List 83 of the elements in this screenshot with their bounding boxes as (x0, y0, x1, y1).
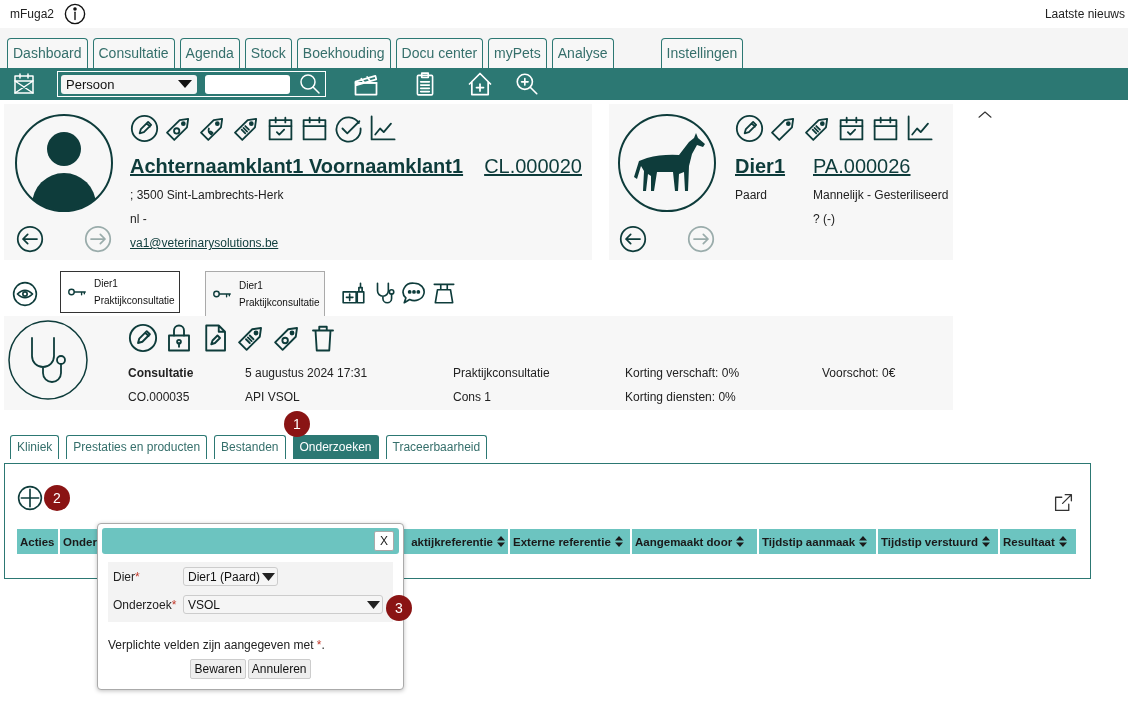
date-text: 5 augustus 2024 17:31 (245, 366, 369, 380)
house-plus-icon[interactable] (466, 70, 494, 98)
section-tab[interactable]: Bestanden (214, 435, 286, 459)
column-header[interactable]: Tijdstip verstuurd (878, 529, 1000, 554)
sort-icon (981, 536, 990, 547)
consultation-title: Consultatie (128, 366, 195, 380)
chat-icon[interactable] (401, 280, 427, 306)
required-note: Verplichte velden zijn aangegeven met *. (108, 638, 326, 652)
cancel-button[interactable]: Annuleren (247, 659, 311, 679)
add-icon[interactable] (17, 484, 43, 511)
author-text: API VSOL (245, 390, 301, 404)
zoom-in-icon[interactable] (514, 71, 540, 97)
column-header[interactable]: Aangemaakt door (632, 529, 759, 554)
external-link-icon[interactable] (1053, 492, 1074, 513)
nav-tab[interactable]: Consultatie (92, 38, 175, 68)
nav-tab[interactable]: Agenda (179, 38, 240, 68)
consultation-tab[interactable]: Dier1 Praktijkconsultatie (205, 271, 325, 316)
search-type-select[interactable]: Persoon (61, 74, 197, 94)
eye-icon[interactable] (12, 281, 38, 307)
callout-badge: 2 (44, 484, 70, 511)
client-number-link[interactable]: CL.000020 (484, 155, 582, 178)
patient-number-link[interactable]: PA.000026 (813, 155, 911, 178)
medicine-icon[interactable] (341, 280, 367, 306)
client-name-link[interactable]: Achternaamklant1 Voornaamklant1 (130, 155, 464, 178)
horse-icon (617, 113, 717, 213)
nav-tab[interactable]: Instellingen (660, 38, 744, 68)
type-text: Praktijkconsultatie (453, 366, 551, 380)
discount-text: Korting diensten: 0% (625, 390, 737, 404)
patient-name-link[interactable]: Dier1 (735, 155, 786, 178)
address-text: ; 3500 Sint-Lambrechts-Herk (130, 188, 284, 202)
chart-icon[interactable] (905, 113, 934, 143)
callout-badge: 3 (386, 595, 412, 621)
sort-icon (497, 536, 505, 547)
stethoscope-icon (8, 320, 88, 400)
consultation-tab[interactable]: Dier1 Praktijkconsultatie (60, 271, 180, 313)
column-header[interactable]: Resultaat (1000, 529, 1076, 554)
nav-tab[interactable]: Docu center (395, 38, 484, 68)
nav-tab[interactable]: Dashboard (7, 38, 88, 68)
search-field[interactable] (205, 74, 290, 94)
dropdown-caret-icon (367, 600, 380, 609)
close-button[interactable]: X (374, 531, 394, 551)
edit-icon[interactable] (128, 323, 158, 353)
nav-tab[interactable]: Stock (244, 38, 292, 68)
column-header[interactable]: Tijdstip aanmaak (759, 529, 878, 554)
discount-text: Korting verschaft: 0% (625, 366, 741, 380)
chart-icon[interactable] (368, 113, 397, 143)
news-link[interactable]: Laatste nieuws (1044, 7, 1125, 21)
dropdown-caret-icon (178, 80, 192, 88)
app-title: mFuga2 (10, 7, 55, 21)
sort-icon (614, 536, 623, 547)
edit-icon[interactable] (130, 113, 159, 143)
nav-tab[interactable]: Analyse (551, 38, 614, 68)
search-icon[interactable] (298, 72, 322, 96)
deposit-text: Voorschot: 0€ (822, 366, 896, 380)
section-tab[interactable]: Traceerbaarheid (385, 435, 488, 459)
sort-icon (1058, 536, 1067, 547)
field-label: Onderzoek* (113, 597, 178, 612)
info-icon[interactable] (64, 3, 87, 25)
nav-tab[interactable]: Boekhouding (296, 38, 391, 68)
animal-select[interactable]: Dier1 (Paard) (183, 567, 278, 586)
consultation-name: Cons 1 (453, 390, 493, 404)
save-button[interactable]: Bewaren (190, 659, 246, 679)
consultation-number: CO.000035 (128, 390, 191, 404)
field-label: Dier* (113, 569, 141, 584)
column-header[interactable]: Externe referentie (510, 529, 632, 554)
section-tab[interactable]: Kliniek (10, 435, 60, 459)
nav-tab[interactable]: myPets (488, 38, 547, 68)
column-header: Acties (17, 529, 60, 554)
age-text: ? (-) (813, 212, 836, 226)
examination-select[interactable]: VSOL (183, 595, 383, 614)
sex-text: Mannelijk - Gesteriliseerd (813, 188, 949, 202)
species-text: Paard (735, 188, 769, 202)
language-text: nl - (130, 212, 147, 226)
sort-icon (859, 536, 868, 547)
calendar-icon[interactable] (12, 72, 36, 96)
section-tab[interactable]: Prestaties en producten (66, 435, 208, 459)
sort-icon (736, 536, 745, 547)
callout-badge: 1 (284, 411, 310, 437)
email-link[interactable]: va1@veterinarysolutions.be (130, 236, 279, 250)
edit-icon[interactable] (735, 113, 764, 143)
dropdown-caret-icon (262, 572, 275, 581)
section-tab[interactable]: Onderzoeken (292, 435, 379, 459)
person-icon (14, 113, 114, 213)
